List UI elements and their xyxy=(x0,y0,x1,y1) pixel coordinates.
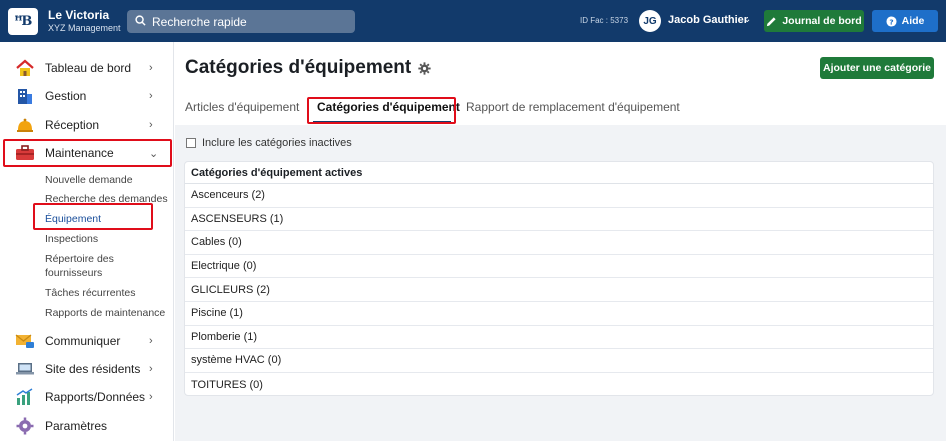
include-inactive-label: Inclure les catégories inactives xyxy=(202,137,352,149)
chevron-right-icon: › xyxy=(149,90,153,102)
table-row[interactable]: GLICLEURS (2) xyxy=(185,278,933,302)
app-logo[interactable]: ꟸB xyxy=(8,8,38,35)
categories-table: Catégories d'équipement actives Ascenceu… xyxy=(184,161,934,396)
tab-equipment-articles[interactable]: Articles d'équipement xyxy=(185,100,299,114)
table-row[interactable]: Cables (0) xyxy=(185,231,933,255)
sidebar-item-label: Site des résidents xyxy=(45,362,141,376)
sidebar-sub-new-request[interactable]: Nouvelle demande xyxy=(45,174,133,187)
chevron-right-icon: › xyxy=(149,62,153,74)
page-title: Catégories d'équipement xyxy=(185,57,431,79)
sidebar: Tableau de bord › Gestion › Réception › … xyxy=(0,42,174,441)
search-placeholder: Recherche rapide xyxy=(152,14,247,29)
table-row[interactable]: Plomberie (1) xyxy=(185,326,933,350)
highlight-maintenance xyxy=(3,139,172,167)
org-subtitle: XYZ Management xyxy=(48,23,121,33)
sidebar-sub-recurring-tasks[interactable]: Tâches récurrentes xyxy=(45,287,135,300)
highlight-categories-tab xyxy=(307,97,456,124)
chevron-right-icon: › xyxy=(149,363,153,375)
sidebar-item-reception[interactable]: Réception › xyxy=(0,112,174,138)
chevron-down-icon[interactable]: ⌄ xyxy=(743,14,751,25)
org-brand: Le Victoria XYZ Management xyxy=(48,8,121,34)
tab-replacement-report[interactable]: Rapport de remplacement d'équipement xyxy=(466,100,680,114)
table-row[interactable]: ASCENSEURS (1) xyxy=(185,208,933,232)
highlight-equipment xyxy=(33,203,153,230)
avatar[interactable]: JG xyxy=(639,10,661,32)
table-row[interactable]: système HVAC (0) xyxy=(185,349,933,373)
chart-icon xyxy=(14,387,36,407)
laptop-icon xyxy=(14,359,36,379)
sidebar-item-resident-site[interactable]: Site des résidents › xyxy=(0,356,174,382)
user-name[interactable]: Jacob Gauthier xyxy=(668,14,748,26)
sidebar-sub-maintenance-reports[interactable]: Rapports de maintenance xyxy=(45,307,165,320)
search-input[interactable]: Recherche rapide xyxy=(127,10,355,33)
chevron-right-icon: › xyxy=(149,391,153,403)
sidebar-item-reports[interactable]: Rapports/Données › xyxy=(0,384,174,410)
journal-button-label: Journal de bord xyxy=(782,15,862,27)
sidebar-sub-inspections[interactable]: Inspections xyxy=(45,233,98,246)
page-title-text: Catégories d'équipement xyxy=(185,57,412,78)
chevron-right-icon: › xyxy=(149,119,153,131)
sidebar-sub-suppliers[interactable]: Répertoire des xyxy=(45,253,114,266)
include-inactive-checkbox[interactable] xyxy=(186,138,196,148)
gear-icon[interactable] xyxy=(418,61,431,75)
sidebar-item-label: Tableau de bord xyxy=(45,61,132,75)
home-icon xyxy=(14,58,36,78)
add-category-button[interactable]: Ajouter une catégorie xyxy=(820,57,934,79)
sidebar-item-label: Réception xyxy=(45,118,100,132)
table-row[interactable]: Electrique (0) xyxy=(185,255,933,279)
sidebar-item-settings[interactable]: Paramètres xyxy=(0,413,174,439)
table-header: Catégories d'équipement actives xyxy=(185,162,933,184)
sidebar-item-label: Rapports/Données xyxy=(45,390,146,404)
chevron-right-icon: › xyxy=(149,335,153,347)
main-content: Catégories d'équipement Ajouter une caté… xyxy=(175,42,946,441)
include-inactive-toggle[interactable]: Inclure les catégories inactives xyxy=(186,137,352,149)
top-bar: ꟸB Le Victoria XYZ Management Recherche … xyxy=(0,0,946,42)
id-fac-label: ID Fac : 5373 xyxy=(580,16,629,25)
table-row[interactable]: Piscine (1) xyxy=(185,302,933,326)
gear-icon xyxy=(14,416,36,436)
sidebar-item-label: Gestion xyxy=(45,89,87,103)
pencil-icon xyxy=(766,16,777,27)
search-icon xyxy=(135,14,152,29)
sidebar-item-communiquer[interactable]: Communiquer › xyxy=(0,328,174,354)
journal-button[interactable]: Journal de bord xyxy=(764,10,864,32)
building-icon xyxy=(14,86,36,106)
question-icon: ? xyxy=(886,15,897,27)
help-button-label: Aide xyxy=(901,15,925,27)
sidebar-item-gestion[interactable]: Gestion › xyxy=(0,83,174,109)
help-button[interactable]: ? Aide xyxy=(872,10,938,32)
mail-icon xyxy=(14,331,36,351)
sidebar-item-dashboard[interactable]: Tableau de bord › xyxy=(0,55,174,81)
page-header: Catégories d'équipement Ajouter une caté… xyxy=(175,42,946,125)
bell-icon xyxy=(14,115,36,135)
table-row[interactable]: Ascenceurs (2) xyxy=(185,184,933,208)
svg-text:?: ? xyxy=(889,17,893,26)
sidebar-item-label: Communiquer xyxy=(45,334,121,348)
org-name: Le Victoria xyxy=(48,8,110,22)
table-row[interactable]: TOITURES (0) xyxy=(185,373,933,397)
sidebar-item-label: Paramètres xyxy=(45,419,108,433)
sidebar-sub-suppliers-line2[interactable]: fournisseurs xyxy=(45,267,102,280)
